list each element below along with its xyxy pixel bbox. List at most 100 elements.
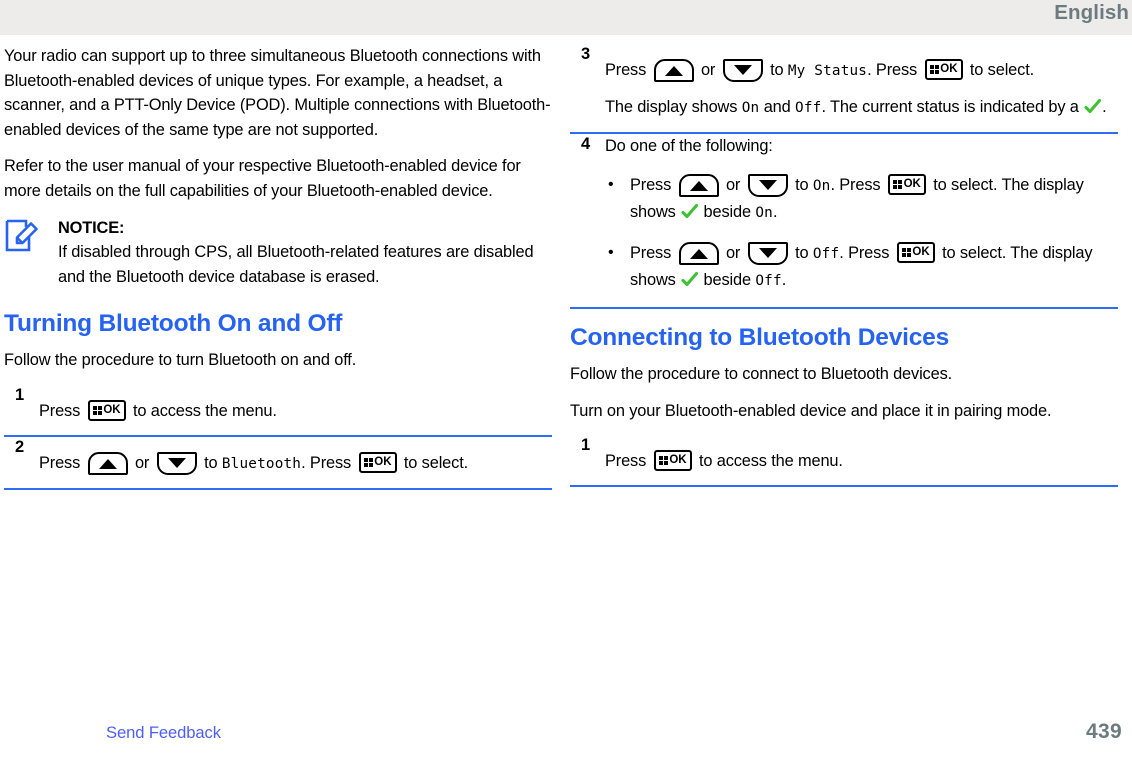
down-triangle-icon: [167, 457, 186, 468]
or-label: or: [725, 244, 741, 262]
up-arrow-key-icon[interactable]: [678, 242, 719, 265]
step-number: 2: [15, 437, 25, 456]
up-arrow-key-icon[interactable]: [87, 451, 128, 475]
step-text: Press OK to access the menu.: [605, 435, 1118, 481]
end-punct: .: [781, 271, 787, 289]
notice-box: NOTICE: If disabled through CPS, all Blu…: [4, 216, 552, 290]
notice-pencil-icon: [4, 219, 38, 253]
menu-item-name: Bluetooth: [221, 455, 302, 472]
ok-key-icon[interactable]: OK: [924, 59, 963, 80]
ok-key-icon[interactable]: OK: [653, 450, 692, 472]
press-label: Press: [605, 61, 647, 79]
press-label: Press: [39, 453, 81, 472]
menu-item-name: My Status: [787, 63, 868, 79]
section-intro-turning-bluetooth: Follow the procedure to turn Bluetooth o…: [4, 351, 357, 370]
step-item: 4 Do one of the following: • Press or to…: [570, 134, 1118, 309]
press-label: Press: [630, 244, 672, 262]
select-label: to select.: [969, 61, 1035, 79]
up-arrow-key-icon[interactable]: [678, 174, 719, 197]
status-on-value: On: [741, 100, 760, 116]
or-label: or: [725, 176, 741, 194]
step-tail: to access the menu.: [132, 401, 277, 420]
intro-paragraph-2: Refer to the user manual of your respect…: [4, 157, 521, 200]
down-arrow-key-icon[interactable]: [156, 451, 197, 475]
ok-key-label: OK: [912, 246, 930, 258]
down-arrow-key-icon[interactable]: [747, 174, 788, 197]
press2-label: . Press: [830, 176, 881, 194]
green-check-icon: [681, 202, 699, 219]
step-number: 3: [581, 45, 591, 63]
note-prefix: The display shows: [605, 98, 738, 116]
notice-text-block: NOTICE: If disabled through CPS, all Blu…: [58, 216, 552, 290]
notice-title: NOTICE:: [58, 218, 125, 237]
ok-key-label: OK: [103, 403, 121, 416]
down-triangle-icon: [758, 180, 777, 190]
section-heading-turning-bluetooth: Turning Bluetooth On and Off: [4, 310, 343, 338]
up-arrow-key-icon[interactable]: [653, 59, 694, 82]
step-text: Press or to My Status. Press OK to selec…: [605, 44, 1118, 128]
down-arrow-key-icon[interactable]: [722, 59, 763, 82]
step-number: 1: [15, 385, 25, 404]
header-language-label: English: [1054, 1, 1129, 24]
to-label: to: [770, 61, 784, 79]
left-column: Your radio can support up to three simul…: [4, 44, 552, 490]
ok-key-icon[interactable]: OK: [896, 242, 935, 263]
send-feedback-link[interactable]: Send Feedback: [106, 723, 221, 743]
press-label: Press: [605, 452, 647, 471]
target-value: Off: [812, 246, 840, 262]
section-intro2-connecting-bluetooth: Turn on your Bluetooth-enabled device an…: [570, 401, 1052, 420]
step-item: 1 Press OK to access the menu.: [570, 435, 1118, 488]
steps-list-continued: 3 Press or to My Status. Press OK to sel…: [570, 44, 1118, 309]
step-item: 1 Press OK to access the menu.: [4, 385, 552, 437]
list-item: • Press or to On. Press OK to select. Th…: [605, 172, 1118, 226]
down-arrow-key-icon[interactable]: [747, 242, 788, 265]
beside-target-value: On: [755, 205, 773, 221]
or-label: or: [134, 453, 150, 472]
ok-key-label: OK: [374, 455, 392, 468]
target-value: On: [812, 178, 831, 194]
note-suffix: . The current status is indicated by a: [821, 98, 1079, 116]
green-check-icon: [1084, 98, 1102, 115]
step-item: 2 Press or to Bluetooth. Press OK to sel…: [4, 437, 552, 490]
step-item: 3 Press or to My Status. Press OK to sel…: [570, 44, 1118, 134]
bullet-dot-icon: •: [608, 244, 614, 261]
to-label: to: [795, 244, 809, 262]
press2-label: . Press: [839, 244, 890, 262]
step-tail: to access the menu.: [698, 452, 843, 471]
to-label: to: [204, 453, 218, 472]
beside-label: beside: [703, 203, 752, 221]
page-number: 439: [1086, 720, 1122, 743]
to-label: to: [795, 176, 809, 194]
green-check-icon: [681, 270, 699, 287]
steps-list-turning-bluetooth: 1 Press OK to access the menu. 2 Press o…: [4, 385, 552, 490]
or-label: or: [700, 61, 716, 79]
note-end: .: [1102, 98, 1107, 116]
up-triangle-icon: [98, 458, 117, 469]
note-and: and: [763, 98, 791, 116]
up-triangle-icon: [664, 66, 683, 76]
up-triangle-icon: [689, 249, 708, 259]
ok-key-icon[interactable]: OK: [887, 174, 926, 195]
status-off-value: Off: [795, 100, 822, 116]
press2-label: . Press: [301, 453, 352, 472]
page-footer: Send Feedback 439: [0, 710, 1132, 762]
up-triangle-icon: [689, 181, 708, 191]
ok-key-label: OK: [940, 63, 958, 75]
ok-key-icon[interactable]: OK: [87, 399, 126, 421]
beside-target-value: Off: [755, 273, 782, 289]
ok-key-label: OK: [669, 454, 687, 467]
intro-paragraph-1: Your radio can support up to three simul…: [4, 47, 551, 139]
right-column: 3 Press or to My Status. Press OK to sel…: [570, 44, 1118, 488]
page-columns: Your radio can support up to three simul…: [0, 44, 1132, 709]
down-triangle-icon: [733, 65, 752, 75]
step-text: Press or to Bluetooth. Press OK to selec…: [39, 437, 552, 484]
step-intro: Do one of the following:: [605, 137, 773, 155]
press2-label: . Press: [867, 61, 918, 79]
select-label: to select.: [403, 453, 469, 472]
document-page: English Your radio can support up to thr…: [0, 0, 1132, 762]
steps-list-connecting-bluetooth: 1 Press OK to access the menu.: [570, 435, 1118, 488]
ok-key-icon[interactable]: OK: [358, 451, 397, 473]
section-intro-connecting-bluetooth: Follow the procedure to connect to Bluet…: [570, 365, 953, 383]
step-text: Press OK to access the menu.: [39, 385, 552, 431]
notice-text: If disabled through CPS, all Bluetooth-r…: [58, 243, 534, 286]
